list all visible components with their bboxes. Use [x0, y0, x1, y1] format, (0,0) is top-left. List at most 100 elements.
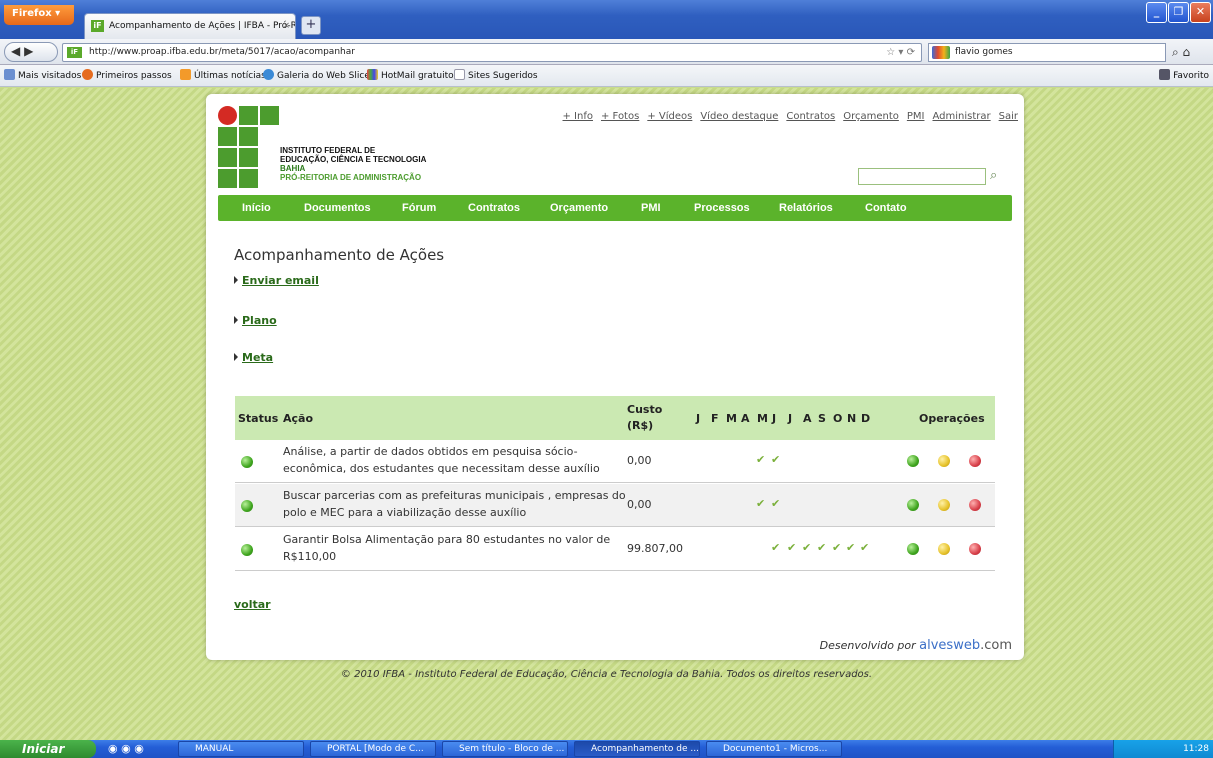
back-link[interactable]: voltar — [234, 598, 271, 611]
link-video-destaque[interactable]: Vídeo destaque — [700, 111, 778, 122]
back-forward-buttons[interactable]: ◀ ▶ — [4, 42, 58, 62]
header-month: J — [772, 412, 777, 425]
link-info[interactable]: + Info — [563, 111, 593, 122]
tab-close-icon[interactable]: × — [282, 14, 290, 38]
dev-brand: alvesweb — [919, 638, 981, 653]
browser-tab-active[interactable]: iF Acompanhamento de Ações | IFBA - Pró-… — [84, 13, 296, 39]
home-icon[interactable]: ⌕ ⌂ — [1172, 45, 1190, 60]
menu-item-inicio[interactable]: Início — [242, 195, 271, 221]
month-check-icon: ✔ — [771, 497, 781, 510]
action-text: Buscar parcerias com as prefeituras muni… — [283, 489, 626, 502]
alvesweb-logo[interactable]: alvesweb.com — [919, 638, 1012, 653]
menu-item-relatorios[interactable]: Relatórios — [779, 195, 833, 221]
bookmark-hotmail[interactable]: HotMail gratuito — [367, 65, 454, 87]
dev-prefix: Desenvolvido por — [819, 639, 916, 652]
header-month: A — [803, 412, 812, 425]
task-bloco-de-notas[interactable]: Sem título - Bloco de ... — [442, 741, 568, 757]
month-check-icon: ✔ — [832, 541, 842, 554]
link-label: Meta — [242, 351, 274, 364]
link-orcamento[interactable]: Orçamento — [843, 111, 899, 122]
task-manual[interactable]: MANUAL — [178, 741, 304, 757]
ifba-logo[interactable] — [218, 106, 279, 188]
link-pmi[interactable]: PMI — [907, 111, 925, 122]
link-fotos[interactable]: + Fotos — [601, 111, 639, 122]
institution-state: BAHIA — [280, 164, 306, 173]
top-links: + Info + Fotos + Vídeos Vídeo destaque Contr… — [555, 111, 1019, 122]
link-enviar-email[interactable]: Enviar email — [234, 274, 319, 287]
site-search-input[interactable] — [858, 168, 986, 185]
content-card: INSTITUTO FEDERAL DE EDUCAÇÃO, CIÊNCIA E… — [206, 94, 1024, 660]
menu-item-forum[interactable]: Fórum — [402, 195, 436, 221]
bookmark-label: Últimas notícias — [194, 71, 266, 81]
main-menu: Início Documentos Fórum Contratos Orçame… — [218, 195, 1012, 221]
bookmark-sites-sugeridos[interactable]: Sites Sugeridos — [454, 65, 538, 87]
back-arrow-icon[interactable]: ◀ — [11, 44, 20, 58]
action-text: Análise, a partir de dados obtidos em pe… — [283, 445, 578, 458]
browser-search-field[interactable]: flavio gomes — [928, 43, 1166, 62]
search-icon[interactable]: ⌕ — [990, 168, 997, 183]
link-administrar[interactable]: Administrar — [932, 111, 990, 122]
menu-item-orcamento[interactable]: Orçamento — [550, 195, 608, 221]
edit-icon[interactable] — [938, 499, 950, 511]
bookmark-label: Mais visitados — [18, 71, 82, 81]
approve-icon[interactable] — [907, 543, 919, 555]
task-firefox[interactable]: Acompanhamento de ... — [574, 741, 700, 757]
favorites-label: Favorito — [1173, 71, 1209, 81]
link-videos[interactable]: + Vídeos — [647, 111, 692, 122]
month-check-icon: ✔ — [756, 497, 766, 510]
link-sair[interactable]: Sair — [999, 111, 1018, 122]
delete-icon[interactable] — [969, 455, 981, 467]
menu-item-documentos[interactable]: Documentos — [304, 195, 371, 221]
header-acao: Ação — [283, 412, 314, 425]
start-button[interactable]: Iniciar — [0, 740, 96, 758]
bookmark-ultimas-noticias[interactable]: Últimas notícias — [180, 65, 266, 87]
bookmark-star-icon[interactable]: ☆ ▾ ⟳ — [886, 44, 915, 61]
menu-item-processos[interactable]: Processos — [694, 195, 750, 221]
quick-launch-icon[interactable]: ◉ ◉ ◉ — [108, 742, 144, 755]
bookmark-primeiros-passos[interactable]: Primeiros passos — [82, 65, 172, 87]
maximize-icon[interactable]: ❐ — [1168, 2, 1189, 23]
page-icon — [454, 69, 465, 80]
developer-credit: Desenvolvido por alvesweb.com — [820, 638, 1012, 653]
link-plano[interactable]: Plano — [234, 314, 277, 327]
month-check-icon: ✔ — [771, 453, 781, 466]
forward-arrow-icon[interactable]: ▶ — [24, 44, 33, 58]
institution-line: EDUCAÇÃO, CIÊNCIA E TECNOLOGIA — [280, 155, 427, 164]
approve-icon[interactable] — [907, 455, 919, 467]
header-month: A — [741, 412, 750, 425]
close-window-icon[interactable]: ✕ — [1190, 2, 1211, 23]
delete-icon[interactable] — [969, 543, 981, 555]
bookmark-web-slice[interactable]: Galeria do Web Slice — [263, 65, 370, 87]
task-portal[interactable]: PORTAL [Modo de C... — [310, 741, 436, 757]
clock[interactable]: 11:28 — [1183, 744, 1209, 754]
month-check-icon: ✔ — [860, 541, 870, 554]
logo-square — [239, 148, 258, 167]
edit-icon[interactable] — [938, 455, 950, 467]
delete-icon[interactable] — [969, 499, 981, 511]
bookmarks-bar: Mais visitados Primeiros passos Últimas … — [0, 65, 1213, 87]
menu-item-contratos[interactable]: Contratos — [468, 195, 520, 221]
action-text: econômica, dos estudantes que necessitam… — [283, 462, 600, 475]
site-identity-icon[interactable]: iF — [67, 47, 82, 58]
approve-icon[interactable] — [907, 499, 919, 511]
link-contratos[interactable]: Contratos — [786, 111, 835, 122]
url-text: http://www.proap.ifba.edu.br/meta/5017/a… — [89, 47, 355, 57]
google-engine-icon[interactable] — [932, 46, 950, 59]
menu-item-pmi[interactable]: PMI — [641, 195, 661, 221]
link-meta[interactable]: Meta — [234, 351, 273, 364]
favorites-button[interactable]: Favorito — [1159, 65, 1209, 87]
edit-icon[interactable] — [938, 543, 950, 555]
ifba-favicon-icon: iF — [91, 20, 104, 32]
windows-taskbar: Iniciar ◉ ◉ ◉ MANUAL PORTAL [Modo de C..… — [0, 740, 1213, 758]
header-custo: Custo — [627, 403, 663, 416]
bookmark-mais-visitados[interactable]: Mais visitados — [4, 65, 81, 87]
menu-item-contato[interactable]: Contato — [865, 195, 907, 221]
url-bar[interactable]: iF http://www.proap.ifba.edu.br/meta/501… — [62, 43, 922, 62]
month-check-icon: ✔ — [787, 541, 797, 554]
logo-square — [260, 106, 279, 125]
new-tab-button[interactable]: + — [301, 16, 321, 35]
minimize-icon[interactable]: _ — [1146, 2, 1167, 23]
firefox-menu-button[interactable]: Firefox ▾ — [4, 5, 74, 25]
bookmark-label: Primeiros passos — [96, 71, 172, 81]
task-word[interactable]: Documento1 - Micros... — [706, 741, 842, 757]
